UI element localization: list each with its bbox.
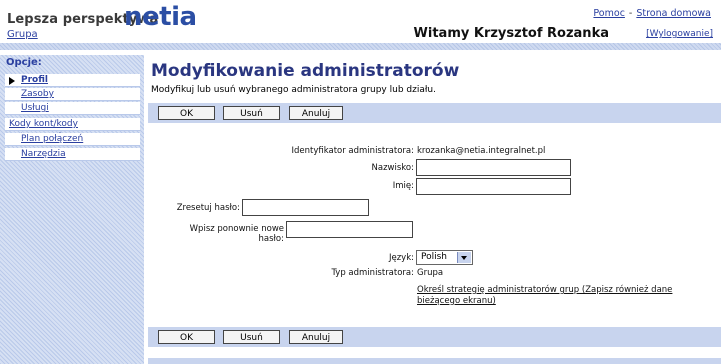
firstname-input[interactable] (416, 178, 571, 195)
footer-bar (148, 358, 721, 364)
netia-logo: netia (124, 2, 197, 32)
ok-button[interactable]: OK (158, 330, 215, 344)
confirm-password-label: Wpisz ponownie nowe hasło: (189, 224, 284, 244)
top-links-separator: - (628, 8, 633, 19)
sidebar-item-label: Usługi (21, 103, 49, 113)
cancel-button[interactable]: Anuluj (289, 106, 343, 120)
reset-password-input[interactable] (242, 199, 369, 216)
language-label: Język: (388, 253, 414, 263)
group-link[interactable]: Grupa (7, 29, 38, 40)
lastname-input[interactable] (416, 159, 571, 176)
help-link[interactable]: Pomoc (593, 8, 625, 19)
top-button-bar: OK Usuń Anuluj (148, 103, 721, 123)
sidebar-item-call-plan[interactable]: Plan połączeń (5, 133, 140, 146)
sidebar-options-label: Opcje: (6, 57, 42, 68)
chevron-down-icon[interactable] (457, 252, 471, 263)
sidebar-item-label: Profil (21, 75, 48, 85)
sidebar-item-label: Plan połączeń (21, 134, 84, 144)
page-description: Modyfikuj lub usuń wybranego administrat… (151, 85, 436, 95)
sidebar-item-auth-codes[interactable]: Kody kont/kody autoryzacyjne (5, 118, 140, 142)
language-select-value: Polish (421, 252, 448, 262)
admin-type-label: Typ administratora: (331, 268, 414, 278)
home-link[interactable]: Strona domowa (636, 8, 711, 19)
confirm-password-input[interactable] (286, 221, 413, 238)
admin-id-value: krozanka@netia.integralnet.pl (417, 146, 546, 156)
header-divider (0, 43, 721, 50)
cancel-button[interactable]: Anuluj (289, 330, 343, 344)
lastname-label: Nazwisko: (371, 163, 414, 173)
reset-password-label: Zresetuj hasło: (176, 203, 240, 213)
sidebar-item-profile[interactable]: Profil (5, 74, 140, 87)
sidebar-item-tools[interactable]: Narzędzia (5, 148, 140, 161)
sidebar-item-services[interactable]: Usługi (5, 102, 140, 115)
admin-id-label: Identyfikator administratora: (291, 146, 414, 156)
top-links: Pomoc - Strona domowa (593, 8, 711, 19)
ok-button[interactable]: OK (158, 106, 215, 120)
admin-type-value: Grupa (417, 268, 444, 278)
delete-button[interactable]: Usuń (223, 106, 280, 120)
group-admin-strategy-link[interactable]: Określ strategię administratorów grup (Z… (417, 285, 712, 307)
welcome-message: Witamy Krzysztof Rozanka (413, 26, 609, 41)
sidebar-item-label: Narzędzia (21, 149, 66, 159)
sidebar-item-label: Zasoby (21, 89, 54, 99)
current-item-arrow-icon (9, 77, 15, 85)
delete-button[interactable]: Usuń (223, 330, 280, 344)
firstname-label: Imię: (392, 181, 414, 191)
bottom-button-bar: OK Usuń Anuluj (148, 327, 721, 347)
logout-link[interactable]: [Wylogowanie] (646, 29, 713, 39)
page-title: Modyfikowanie administratorów (151, 61, 460, 81)
language-select[interactable]: Polish (416, 250, 473, 265)
sidebar-item-resources[interactable]: Zasoby (5, 88, 140, 101)
